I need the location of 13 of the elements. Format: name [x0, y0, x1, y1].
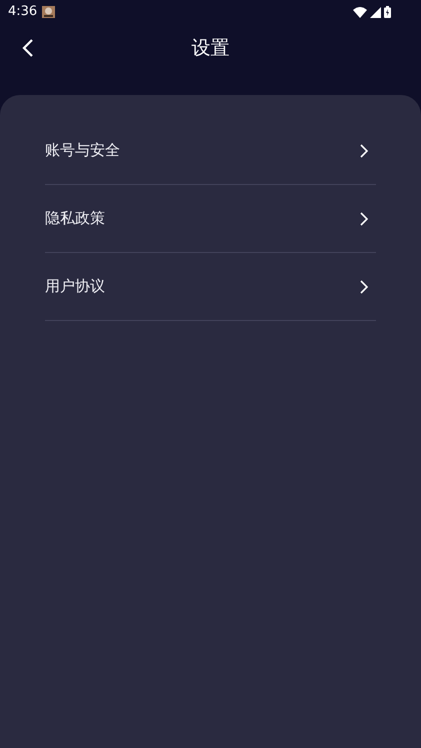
back-icon [22, 39, 34, 57]
menu-item[interactable]: 用户协议 [45, 253, 376, 321]
battery-icon [384, 6, 391, 18]
menu-item[interactable]: 隐私政策 [45, 185, 376, 253]
chevron-right-icon [360, 280, 368, 294]
wifi-icon [353, 6, 367, 18]
chevron-right-icon [360, 144, 368, 158]
status-time: 4:36 [8, 3, 38, 22]
signal-icon [370, 6, 381, 18]
page-title: 设置 [192, 36, 230, 61]
chevron-right-icon [360, 212, 368, 226]
menu-item[interactable]: 账号与安全 [45, 117, 376, 185]
app-notification-icon [42, 6, 56, 18]
